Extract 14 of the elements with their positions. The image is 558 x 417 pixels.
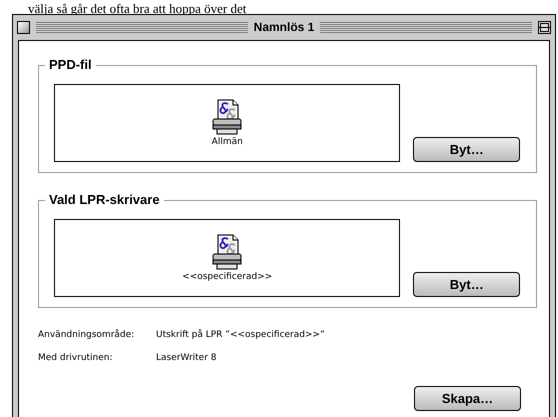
info-label: Användningsområde: <box>38 330 136 340</box>
info-label: Med drivrutinen: <box>38 352 114 362</box>
collapse-icon[interactable] <box>538 20 551 34</box>
window-title: Namnlös 1 <box>254 20 314 34</box>
document-printer-icon <box>212 99 242 135</box>
item-name: Allmän <box>212 137 243 147</box>
document-printer-icon <box>212 234 242 270</box>
item-name: <<ospecificerad>> <box>182 272 272 282</box>
close-icon[interactable] <box>17 20 30 34</box>
change-button[interactable]: Byt… <box>413 272 520 297</box>
info-value: LaserWriter 8 <box>156 352 217 362</box>
info-value: Utskrift på LPR ”<<ospecificerad>>” <box>156 330 325 340</box>
create-button[interactable]: Skapa… <box>414 386 521 411</box>
change-button[interactable]: Byt… <box>413 137 520 162</box>
